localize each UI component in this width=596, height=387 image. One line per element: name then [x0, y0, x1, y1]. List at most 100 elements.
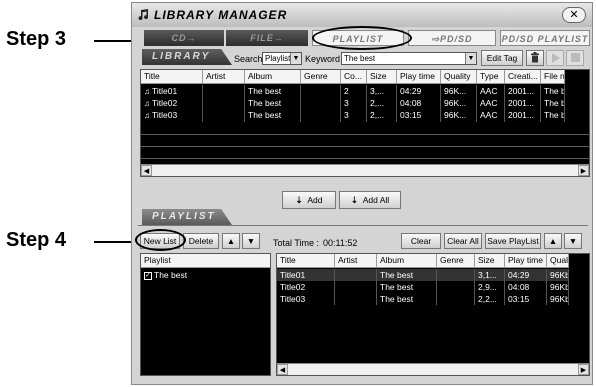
window-title: LIBRARY MANAGER — [154, 8, 288, 22]
library-section-label: LIBRARY — [142, 49, 232, 65]
tab-pdsd-playlist[interactable]: PD/SD PLAYLIST — [500, 30, 590, 46]
chevron-down-icon[interactable]: ▼ — [465, 53, 476, 64]
grid-line — [141, 158, 589, 159]
stop-button[interactable] — [566, 50, 584, 66]
column-header[interactable]: Artist — [203, 70, 245, 84]
column-header[interactable]: File n — [541, 70, 565, 84]
total-time-label: Total Time : — [273, 238, 320, 248]
keyword-select-value: The best — [344, 54, 376, 63]
tab-to-pdsd[interactable]: ⇨PD/SD — [408, 30, 496, 46]
track-title: Title01 — [152, 86, 178, 96]
track-up-button[interactable]: ▲ — [544, 233, 562, 249]
stop-icon — [570, 53, 580, 62]
scroll-left-icon[interactable]: ◀ — [277, 364, 288, 375]
chevron-down-icon[interactable]: ▼ — [290, 53, 301, 64]
search-select-value: Playlist — [265, 54, 291, 63]
table-cell: Title03 — [277, 293, 335, 305]
table-cell: 96K... — [441, 109, 477, 122]
arrow-down-icon: ▼ — [246, 236, 256, 246]
checkbox-icon[interactable]: ✓ — [144, 271, 152, 280]
playlist-item-name: The best — [154, 270, 188, 280]
tab-file[interactable]: FILE→ — [226, 30, 308, 46]
column-header[interactable]: Genre — [437, 254, 475, 268]
table-cell: The best — [377, 281, 437, 293]
column-header[interactable]: Play time — [397, 70, 441, 84]
column-header[interactable]: Album — [245, 70, 301, 84]
move-up-button[interactable]: ▲ — [222, 233, 240, 249]
playlist-column-header: Playlist — [141, 254, 270, 268]
column-header[interactable]: Co... — [341, 70, 367, 84]
column-header[interactable]: Quality — [441, 70, 477, 84]
clear-all-button[interactable]: Clear All — [444, 233, 482, 249]
trash-icon — [531, 52, 539, 63]
grid-line — [141, 134, 589, 135]
tab-cd[interactable]: CD→ — [144, 30, 224, 46]
clear-button[interactable]: Clear — [401, 233, 441, 249]
library-horizontal-scrollbar[interactable]: ◀ ▶ — [141, 164, 589, 176]
column-header[interactable]: Creati... — [505, 70, 541, 84]
column-header[interactable]: Size — [475, 254, 505, 268]
add-button-label: Add — [307, 195, 323, 205]
step-3-callout: Step 3 — [6, 28, 67, 50]
table-cell: Title02 — [277, 281, 335, 293]
table-cell: 96Kb — [547, 269, 569, 281]
table-cell — [335, 293, 377, 305]
scroll-right-icon[interactable]: ▶ — [578, 364, 589, 375]
search-select[interactable]: Playlist ▼ — [262, 52, 302, 65]
library-table-header: Title Artist Album Genre Co... Size Play time Q… — [141, 70, 565, 84]
search-label: Search — [234, 54, 263, 64]
keyword-select[interactable]: The best ▼ — [341, 52, 477, 65]
add-button[interactable]: ⇣ Add — [282, 191, 336, 209]
playlist-section-label: PLAYLIST — [142, 209, 232, 225]
music-note-icon — [138, 9, 149, 21]
table-cell: The best — [245, 109, 301, 122]
move-down-button[interactable]: ▼ — [242, 233, 260, 249]
column-header[interactable]: Quali — [547, 254, 569, 268]
table-cell: 04:29 — [505, 269, 547, 281]
edit-tag-button[interactable]: Edit Tag — [481, 50, 523, 66]
add-all-button[interactable]: ⇣ Add All — [339, 191, 401, 209]
playlist-list-item[interactable]: ✓ The best — [141, 269, 270, 281]
table-cell — [335, 269, 377, 281]
play-button[interactable] — [546, 50, 564, 66]
track-down-button[interactable]: ▼ — [564, 233, 582, 249]
scroll-right-icon[interactable]: ▶ — [578, 165, 589, 176]
column-header[interactable]: Title — [141, 70, 203, 84]
playlist-item-cell: ✓ The best — [141, 269, 270, 281]
column-header[interactable]: Size — [367, 70, 397, 84]
save-playlist-button[interactable]: Save PlayList — [485, 233, 541, 249]
column-header[interactable]: Genre — [301, 70, 341, 84]
table-cell: ♫ Title03 — [141, 109, 203, 122]
step-3-highlight-oval — [312, 26, 412, 50]
table-cell: 03:15 — [505, 293, 547, 305]
audio-file-icon: ♫ — [144, 99, 150, 108]
step-4-callout-line — [94, 241, 136, 243]
table-row[interactable]: ♫ Title03 The best 3 2,... 03:15 96K... AAC 2001… — [141, 109, 565, 122]
trash-button[interactable] — [526, 50, 544, 66]
scroll-left-icon[interactable]: ◀ — [141, 165, 152, 176]
column-header[interactable]: Type — [477, 70, 505, 84]
add-all-button-label: Add All — [362, 195, 390, 205]
close-button[interactable]: ✕ — [562, 7, 586, 23]
column-header[interactable]: Album — [377, 254, 437, 268]
table-cell — [335, 281, 377, 293]
track-title: Title02 — [152, 98, 178, 108]
table-row[interactable]: Title03 The best 2,2... 03:15 96Kb — [277, 293, 569, 305]
arrow-up-icon: ▲ — [548, 236, 558, 246]
column-header[interactable]: Play time — [505, 254, 547, 268]
table-cell: 96Kb — [547, 281, 569, 293]
column-header[interactable]: Title — [277, 254, 335, 268]
arrow-down-icon: ▼ — [568, 236, 578, 246]
playlist-list: Playlist ✓ The best — [140, 253, 271, 376]
table-row[interactable]: Title02 The best 2,9... 04:08 96Kb — [277, 281, 569, 293]
step-4-callout: Step 4 — [6, 229, 67, 251]
audio-file-icon: ♫ — [144, 111, 150, 120]
column-header[interactable]: Artist — [335, 254, 377, 268]
playlist-horizontal-scrollbar[interactable]: ◀ ▶ — [277, 363, 589, 375]
divider — [138, 225, 588, 226]
delete-button[interactable]: Delete — [183, 233, 219, 249]
table-row[interactable]: Title01 The best 3,1... 04:29 96Kb — [277, 269, 569, 281]
table-cell — [203, 109, 245, 122]
library-table: Title Artist Album Genre Co... Size Play time Q… — [140, 69, 590, 177]
playlist-tracks-table: Title Artist Album Genre Size Play time Quali … — [276, 253, 590, 376]
